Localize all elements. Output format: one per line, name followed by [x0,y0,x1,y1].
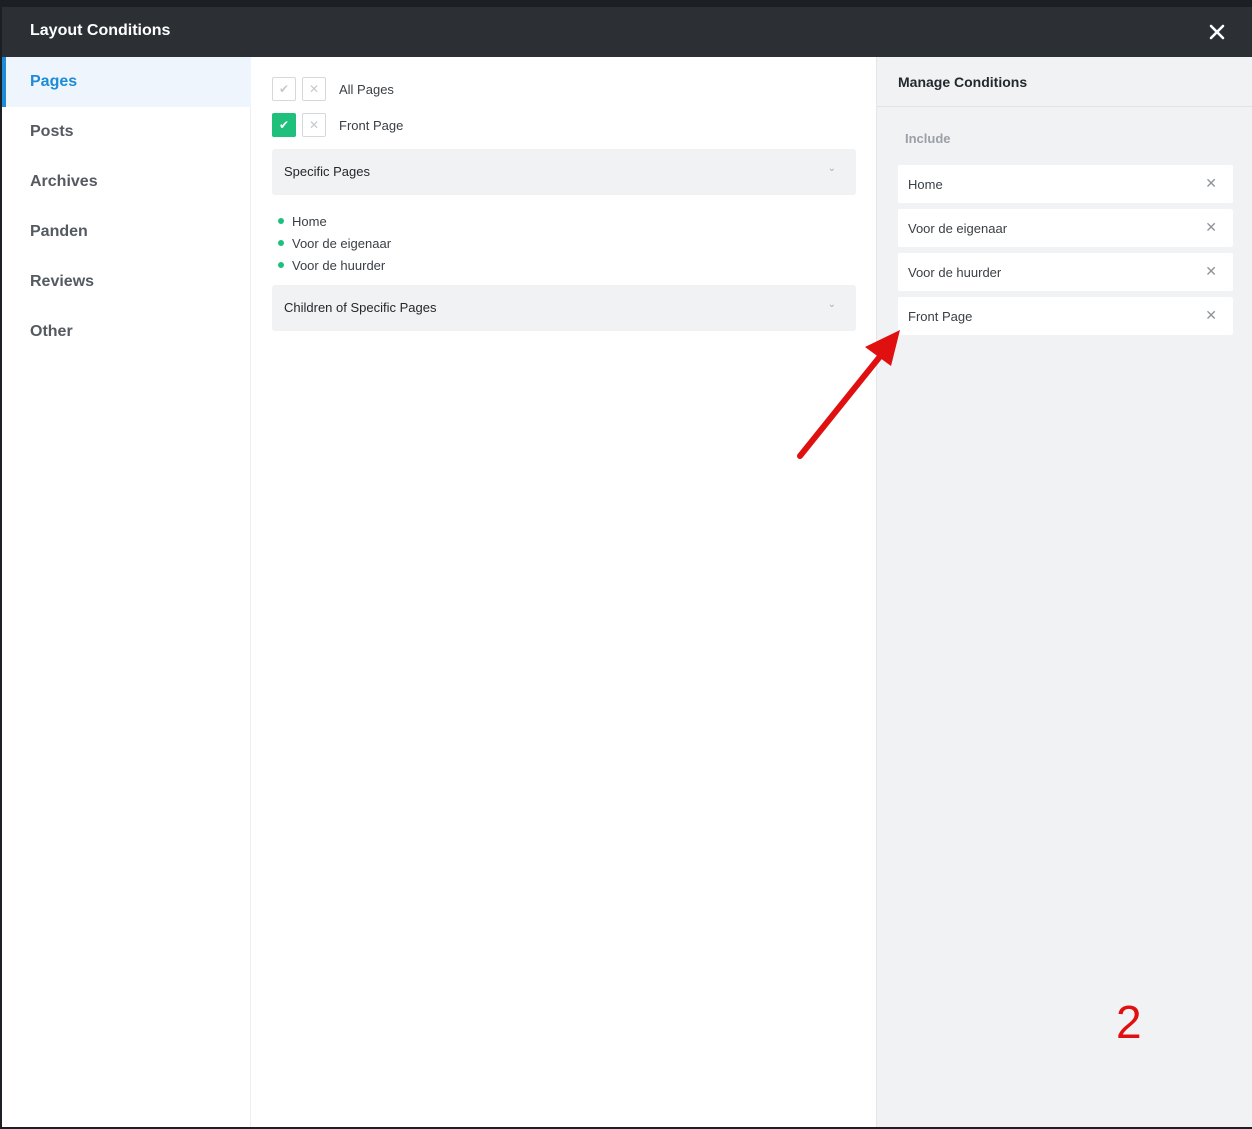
condition-item: Front Page ✕ [898,297,1233,335]
sidebar-item-other[interactable]: Other [2,307,251,357]
condition-label: Home [908,177,943,192]
include-section-label: Include [905,131,951,146]
accordion-children-of-specific-pages[interactable]: Children of Specific Pages ⌄ [272,285,856,331]
condition-label: Voor de huurder [908,265,1002,280]
manage-conditions-panel: Manage Conditions Include Home ✕ Voor de… [876,57,1252,1127]
list-item: Voor de eigenaar [278,232,391,254]
conditions-panel: ✔ ✕ All Pages ✔ ✕ Front Page Specific Pa… [252,57,876,1127]
accordion-specific-pages[interactable]: Specific Pages ⌄ [272,149,856,195]
accordion-label: Children of Specific Pages [284,300,437,315]
modal-title: Layout Conditions [30,22,171,39]
remove-icon[interactable]: ✕ [1205,307,1217,324]
condition-label: Front Page [908,309,973,324]
sidebar-item-pages[interactable]: Pages [2,57,251,107]
toggle-label: Front Page [339,117,404,133]
annotation-step-number: 2 [1116,996,1142,1048]
condition-item: Voor de eigenaar ✕ [898,209,1233,247]
remove-icon[interactable]: ✕ [1205,175,1217,192]
exclude-x-icon[interactable]: ✕ [302,77,326,101]
condition-item: Home ✕ [898,165,1233,203]
list-item-label: Home [292,213,327,229]
manage-conditions-title: Manage Conditions [898,74,1028,90]
toggle-row-front-page: ✔ ✕ Front Page [272,113,403,137]
condition-item: Voor de huurder ✕ [898,253,1233,291]
list-item-label: Voor de eigenaar [292,235,392,251]
sidebar: Pages Posts Archives Panden Reviews Othe… [2,57,251,1127]
sidebar-item-archives[interactable]: Archives [2,157,251,207]
sidebar-item-posts[interactable]: Posts [2,107,251,157]
list-item-label: Voor de huurder [292,257,386,273]
bullet-dot-icon [278,240,284,246]
bullet-dot-icon [278,218,284,224]
modal-titlebar: Layout Conditions [2,7,1252,57]
include-check-icon[interactable]: ✔ [272,77,296,101]
list-item: Voor de huurder [278,254,391,276]
toggle-row-all-pages: ✔ ✕ All Pages [272,77,394,101]
specific-pages-list: Home Voor de eigenaar Voor de huurder [278,210,391,276]
accordion-label: Specific Pages [284,164,370,179]
chevron-down-icon: ⌄ [827,163,836,174]
include-check-icon[interactable]: ✔ [272,113,296,137]
list-item: Home [278,210,391,232]
close-icon[interactable] [1205,20,1229,44]
remove-icon[interactable]: ✕ [1205,263,1217,280]
chevron-down-icon: ⌄ [827,299,836,310]
toggle-label: All Pages [339,81,394,97]
sidebar-item-panden[interactable]: Panden [2,207,251,257]
condition-label: Voor de eigenaar [908,221,1008,236]
manage-conditions-header: Manage Conditions [877,57,1252,107]
exclude-x-icon[interactable]: ✕ [302,113,326,137]
remove-icon[interactable]: ✕ [1205,219,1217,236]
layout-conditions-modal: Layout Conditions Pages Posts Archives P… [2,7,1252,1127]
bullet-dot-icon [278,262,284,268]
sidebar-item-reviews[interactable]: Reviews [2,257,251,307]
